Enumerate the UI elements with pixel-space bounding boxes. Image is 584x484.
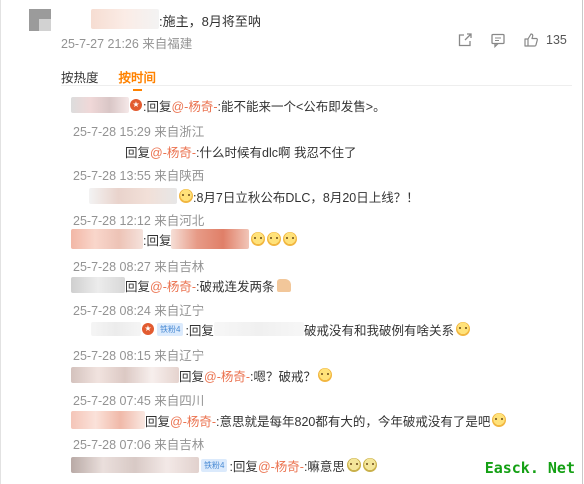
comment-panel: :施主，8月将至呐 25-7-27 21:26 来自福建 135 按热度 按时间… bbox=[0, 0, 583, 484]
blurred-username[interactable] bbox=[171, 229, 250, 249]
blurred-username[interactable] bbox=[71, 457, 199, 473]
fans-badge: 铁粉4 bbox=[201, 458, 228, 472]
top-comment: :施主，8月将至呐 25-7-27 21:26 来自福建 135 bbox=[29, 8, 582, 56]
reply-text: :能不能来一个<公布即发售>。 bbox=[217, 99, 386, 114]
mention-link[interactable]: @-杨奇- bbox=[204, 366, 250, 385]
crying-emoji-icon bbox=[346, 458, 361, 472]
mention-link[interactable]: @-杨奇- bbox=[150, 276, 196, 295]
reply-prefix: 回复 bbox=[125, 145, 151, 160]
blurred-username[interactable] bbox=[71, 411, 145, 429]
tab-sort-by-hot[interactable]: 按热度 bbox=[61, 67, 99, 86]
emoji-icon bbox=[455, 322, 470, 336]
divider bbox=[61, 85, 572, 86]
thumbs-up-emoji-icon bbox=[276, 278, 291, 292]
blurred-username[interactable] bbox=[213, 322, 304, 336]
reply-meta: 25-7-28 07:45 来自四川 bbox=[73, 394, 205, 408]
reply-item: 回复 @-杨奇- :什么时候有dlc啊 我忍不住了 bbox=[71, 142, 578, 164]
blurred-username[interactable] bbox=[71, 97, 129, 113]
reply-item: :回复 bbox=[71, 229, 578, 252]
reply-prefix: :回复 bbox=[229, 459, 258, 474]
comment-meta: 25-7-27 21:26 来自福建 bbox=[61, 37, 193, 51]
reply-text: :嗯？破戒？ bbox=[250, 369, 317, 384]
reply-meta: 25-7-28 07:06 来自吉林 bbox=[73, 438, 205, 452]
reply-prefix: :回复 bbox=[143, 99, 172, 114]
emoji-icon bbox=[492, 413, 507, 427]
reply-text: 破戒没有和我破例有啥关系 bbox=[303, 323, 454, 338]
blurred-username[interactable] bbox=[71, 277, 125, 293]
reply-prefix: 回复 bbox=[179, 369, 205, 384]
reply-prefix: :回复 bbox=[185, 323, 214, 338]
like-icon[interactable] bbox=[523, 32, 539, 48]
mention-link[interactable]: @-杨奇- bbox=[150, 142, 196, 161]
emoji-icon bbox=[318, 368, 333, 382]
crying-emoji-icon bbox=[362, 458, 377, 472]
blurred-username[interactable] bbox=[89, 188, 177, 204]
emoji-icon bbox=[179, 189, 193, 203]
verified-badge-icon: ★ bbox=[142, 323, 154, 335]
fans-badge: 铁粉4 bbox=[157, 322, 184, 336]
mention-link[interactable]: @-杨奇- bbox=[258, 456, 304, 475]
reply-prefix: 回复 bbox=[145, 414, 171, 429]
comment-actions: 135 bbox=[457, 32, 567, 48]
reply-meta: 25-7-28 12:12 来自河北 bbox=[73, 214, 205, 228]
reply-item: 回复 @-杨奇- :破戒连发两条 bbox=[71, 276, 578, 298]
reply-meta: 25-7-28 15:29 来自浙江 bbox=[73, 125, 205, 139]
reply-item: :8月7日立秋公布DLC，8月20日上线？！ bbox=[71, 187, 578, 209]
reply-text: :破戒连发两条 bbox=[196, 279, 275, 294]
reply-item: 回复 @-杨奇- :意思就是每年820都有大的，今年破戒没有了是吧 bbox=[71, 411, 578, 433]
reply-text: :8月7日立秋公布DLC，8月20日上线？！ bbox=[193, 190, 419, 205]
reply-meta: 25-7-28 08:27 来自吉林 bbox=[73, 260, 205, 274]
comment-icon[interactable] bbox=[490, 32, 506, 48]
avatar[interactable] bbox=[29, 9, 51, 31]
emoji-icon bbox=[251, 232, 266, 246]
comment-text: :施主，8月将至呐 bbox=[159, 14, 261, 29]
emoji-icon bbox=[283, 232, 298, 246]
reply-prefix: :回复 bbox=[143, 233, 172, 248]
reply-meta: 25-7-28 08:24 来自辽宁 bbox=[73, 304, 205, 318]
share-icon[interactable] bbox=[457, 32, 473, 48]
verified-badge-icon: ★ bbox=[130, 99, 142, 111]
reply-item: ★ :回复 @-杨奇- :能不能来一个<公布即发售>。 bbox=[71, 96, 578, 118]
reply-text: :意思就是每年820都有大的，今年破戒没有了是吧 bbox=[216, 414, 491, 429]
blurred-username[interactable] bbox=[71, 229, 143, 249]
reply-text: :什么时候有dlc啊 我忍不住了 bbox=[196, 145, 357, 160]
sort-tabs: 按热度 按时间 bbox=[61, 67, 176, 91]
reply-item: 回复 @-杨奇- :嗯？破戒？ bbox=[71, 366, 578, 388]
reply-meta: 25-7-28 13:55 来自陕西 bbox=[73, 169, 205, 183]
like-count: 135 bbox=[546, 33, 567, 47]
blurred-username[interactable] bbox=[91, 322, 141, 336]
blurred-username[interactable] bbox=[91, 9, 159, 29]
blurred-username[interactable] bbox=[71, 367, 179, 383]
reply-prefix: 回复 bbox=[125, 279, 151, 294]
mention-link[interactable]: @-杨奇- bbox=[170, 411, 216, 430]
tab-sort-by-time[interactable]: 按时间 bbox=[119, 67, 156, 91]
reply-meta: 25-7-28 08:15 来自辽宁 bbox=[73, 349, 205, 363]
site-watermark: Easck. Net bbox=[483, 459, 576, 477]
reply-item: ★ 铁粉4 :回复 破戒没有和我破例有啥关系 bbox=[71, 320, 578, 342]
reply-text: :嘛意思 bbox=[303, 459, 345, 474]
emoji-icon bbox=[267, 232, 282, 246]
mention-link[interactable]: @-杨奇- bbox=[171, 96, 217, 115]
